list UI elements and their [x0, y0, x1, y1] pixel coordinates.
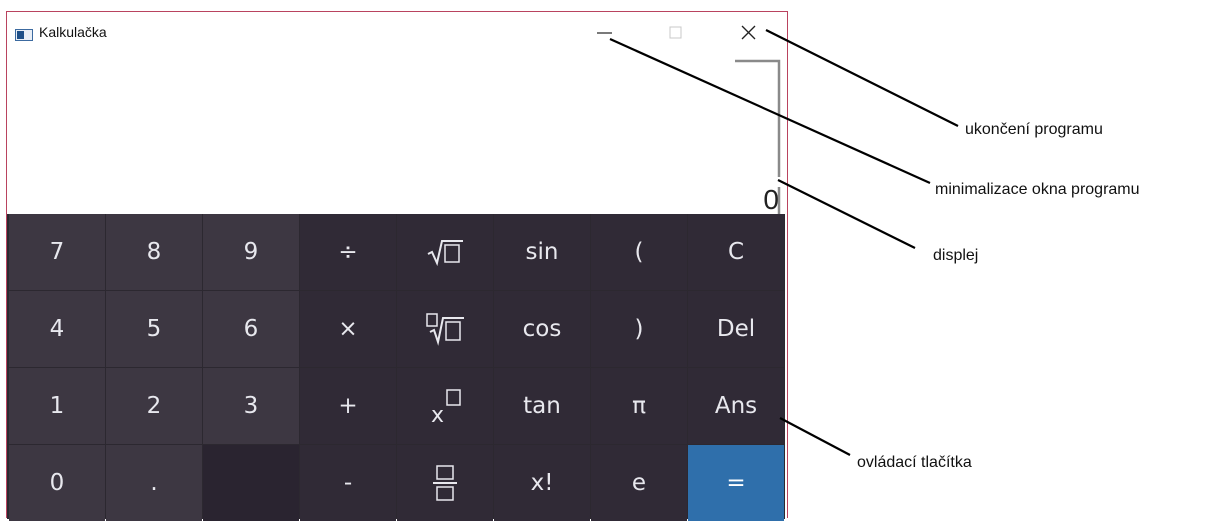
close-pointer-line: [765, 29, 959, 127]
buttons-pointer-line: [779, 417, 851, 456]
annotation-display: displej: [933, 247, 979, 264]
annotation-close: ukončení programu: [965, 121, 1103, 138]
minimize-pointer-line: [609, 37, 931, 185]
annotation-lines: [609, 29, 959, 456]
annotation-minimize: minimalizace okna programu: [935, 181, 1140, 198]
display-pointer-line: [777, 179, 916, 249]
annotation-buttons: ovládací tlačítka: [857, 454, 972, 471]
